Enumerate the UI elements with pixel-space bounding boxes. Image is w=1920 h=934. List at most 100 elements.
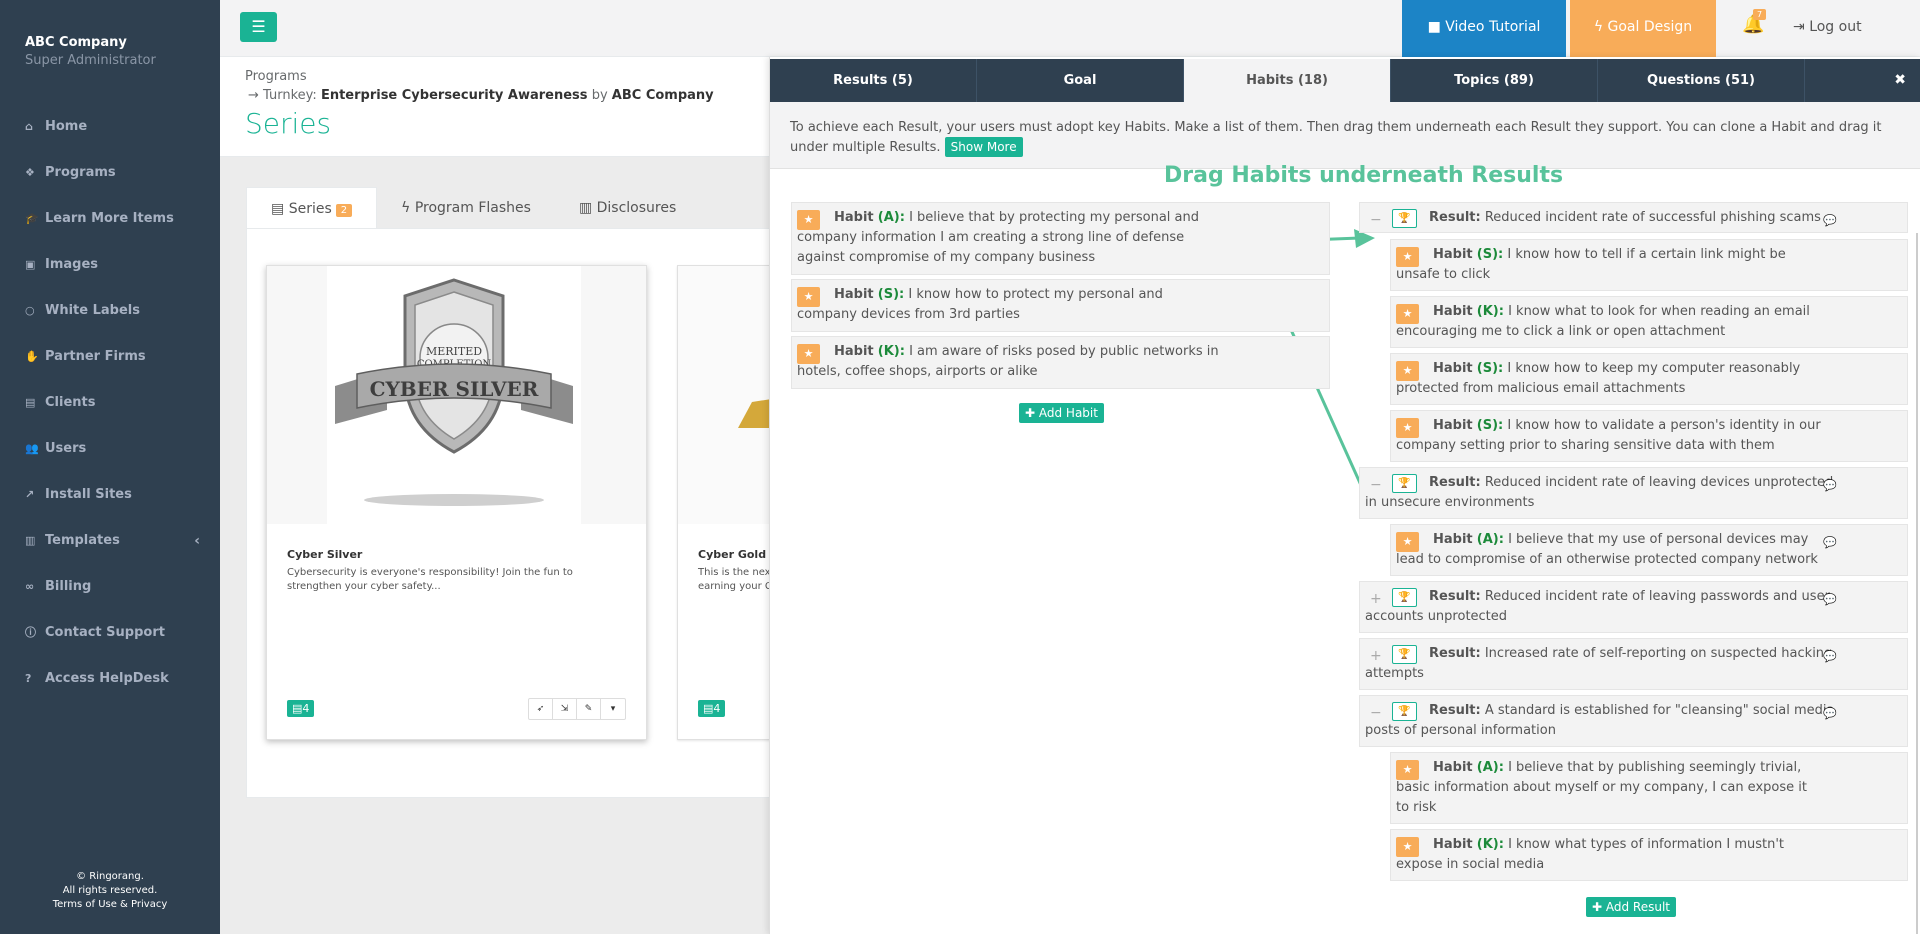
link-icon: ∞ [25,580,35,593]
logout-link[interactable]: ⇥ Log out [1793,0,1862,54]
count-value: 4 [302,702,310,715]
hamburger-icon: ☰ [251,17,266,36]
sidebar-item-partner-firms[interactable]: ✋ Partner Firms [0,334,220,380]
expand-icon[interactable]: + [1370,646,1382,666]
add-result-button[interactable]: ✚ Add Result [1586,897,1676,917]
comment-icon[interactable]: 💬 [1823,211,1837,231]
tab-label: Series [288,201,332,217]
program-name[interactable]: Enterprise Cybersecurity Awareness [321,88,588,103]
sidebar-item-label: Templates [45,533,120,548]
habit-label: Habit [834,344,874,359]
result-item[interactable]: − 🏆 Result: Reduced incident rate of suc… [1359,202,1908,233]
sign-in-icon[interactable]: ⇲ [553,699,577,719]
sidebar-item-templates[interactable]: ▥ Templates ‹ [0,518,220,564]
habit-item[interactable]: ★ Habit (K): I am aware of risks posed b… [791,336,1330,389]
list-icon: ▤ [703,702,714,715]
result-text: Result: Increased rate of self-reporting… [1365,644,1902,684]
tab-series[interactable]: ▤ Series 2 [246,187,378,229]
result-habit-item[interactable]: ★ Habit (K): I know what to look for whe… [1390,296,1908,348]
sidebar-item-label: Images [45,257,99,272]
result-label: Result: [1429,646,1481,661]
result-item[interactable]: + 🏆 Result: Reduced incident rate of lea… [1359,581,1908,633]
trophy-icon: 🏆 [1392,588,1417,607]
collapse-icon[interactable]: − [1370,703,1382,723]
tab-disclosures[interactable]: ▥ Disclosures [555,187,700,229]
sidebar-item-clients[interactable]: ▤ Clients [0,380,220,426]
goal-design-button[interactable]: ϟ Goal Design [1570,0,1716,57]
result-habit-item[interactable]: ★ Habit (S): I know how to tell if a cer… [1390,239,1908,291]
result-text: Result: Reduced incident rate of leaving… [1365,587,1902,627]
sidebar-item-install-sites[interactable]: ↗ Install Sites [0,472,220,518]
sidebar-item-learn-more[interactable]: 🎓 Learn More Items [0,196,220,242]
result-label: Result: [1429,475,1481,490]
sidebar-item-home[interactable]: ⌂ Home [0,104,220,150]
habit-label: Habit [1433,304,1473,319]
comment-icon[interactable]: 💬 [1823,476,1837,496]
star-icon: ★ [1396,418,1419,438]
pencil-icon[interactable]: ✎ [577,699,601,719]
comment-icon[interactable]: 💬 [1823,533,1837,553]
rocket-icon[interactable]: ➶ [529,699,553,719]
result-habit-item[interactable]: ★ Habit (K): I know what types of inform… [1390,829,1908,881]
result-habit-item[interactable]: ★ Habit (A): I believe that my use of pe… [1390,524,1908,576]
question-icon: ? [25,672,32,685]
company-link[interactable]: ABC Company [612,88,714,103]
sidebar-item-billing[interactable]: ∞ Billing [0,564,220,610]
comment-icon[interactable]: 💬 [1823,590,1837,610]
comment-icon[interactable]: 💬 [1823,704,1837,724]
cyber-silver-badge-image: MERITED COMPLETION CYBER SILVER [327,266,581,524]
file-icon: ▤ [271,201,289,217]
habits-panel: Results (5) Goal Habits (18) Topics (89)… [769,57,1920,934]
terms-link[interactable]: Terms of Use & Privacy [0,898,220,912]
series-content: ▤ Series 2 ϟ Program Flashes ▥ Disclosure… [246,187,797,798]
menu-toggle-button[interactable]: ☰ [240,12,277,42]
sidebar-item-label: Programs [45,165,116,180]
handshake-icon: ✋ [25,350,39,363]
result-habit-item[interactable]: ★ Habit (S): I know how to validate a pe… [1390,410,1908,462]
result-habit-item[interactable]: ★ Habit (A): I believe that by publishin… [1390,752,1908,824]
habit-item[interactable]: ★ Habit (S): I know how to protect my pe… [791,279,1330,332]
habit-text: Habit (S): I know how to tell if a certa… [1396,245,1902,285]
result-item[interactable]: − 🏆 Result: Reduced incident rate of lea… [1359,467,1908,519]
chevron-left-icon: ‹ [194,533,200,549]
sidebar-item-users[interactable]: 👥 Users [0,426,220,472]
add-habit-button[interactable]: ✚ Add Habit [1019,403,1104,423]
sidebar-item-white-labels[interactable]: ○ White Labels [0,288,220,334]
comment-icon[interactable]: 💬 [1823,647,1837,667]
sidebar-item-label: Contact Support [45,625,165,640]
collapse-icon[interactable]: − [1370,475,1382,495]
video-tutorial-label: Video Tutorial [1445,19,1541,35]
habit-code: (S): [877,287,905,302]
sidebar-item-programs[interactable]: ❖ Programs [0,150,220,196]
scrollbar[interactable] [1916,233,1918,934]
brand: ABC Company Super Administrator [0,0,220,100]
expand-icon[interactable]: + [1370,589,1382,609]
users-icon: 👥 [25,442,39,455]
video-tutorial-button[interactable]: ■ Video Tutorial [1402,0,1566,57]
result-item[interactable]: + 🏆 Result: Increased rate of self-repor… [1359,638,1908,690]
result-item[interactable]: − 🏆 Result: A standard is established fo… [1359,695,1908,747]
sidebar-item-images[interactable]: ▣ Images [0,242,220,288]
result-habit-item[interactable]: ★ Habit (S): I know how to keep my compu… [1390,353,1908,405]
sign-out-icon: ⇥ [1793,19,1810,35]
result-label: Result: [1429,589,1481,604]
sidebar-item-label: Learn More Items [45,211,174,226]
sidebar-item-helpdesk[interactable]: ? Access HelpDesk [0,656,220,702]
habit-label: Habit [834,287,874,302]
habit-label: Habit [1433,247,1473,262]
result-text: Result: Reduced incident rate of leaving… [1365,473,1902,513]
video-camera-icon: ■ [1427,19,1446,35]
tab-program-flashes[interactable]: ϟ Program Flashes [377,187,555,229]
sidebar-item-contact-support[interactable]: ⓘ Contact Support [0,610,220,656]
habit-text: Habit (S): I know how to keep my compute… [1396,359,1902,399]
sidebar-item-label: Install Sites [45,487,132,502]
collapse-icon[interactable]: − [1370,210,1382,230]
user-role: Super Administrator [25,53,156,68]
circle-icon: ○ [25,304,35,317]
caret-down-icon[interactable]: ▾ [601,699,625,719]
series-card[interactable]: MERITED COMPLETION CYBER SILVER Cyber Si… [266,265,647,740]
habit-text: Habit (K): I am aware of risks posed by … [797,342,1324,382]
breadcrumb-programs[interactable]: Programs [245,69,307,84]
sidebar: ABC Company Super Administrator ⌂ Home ❖ P… [0,0,220,934]
habit-item[interactable]: ★ Habit (A): I believe that by protectin… [791,202,1330,275]
